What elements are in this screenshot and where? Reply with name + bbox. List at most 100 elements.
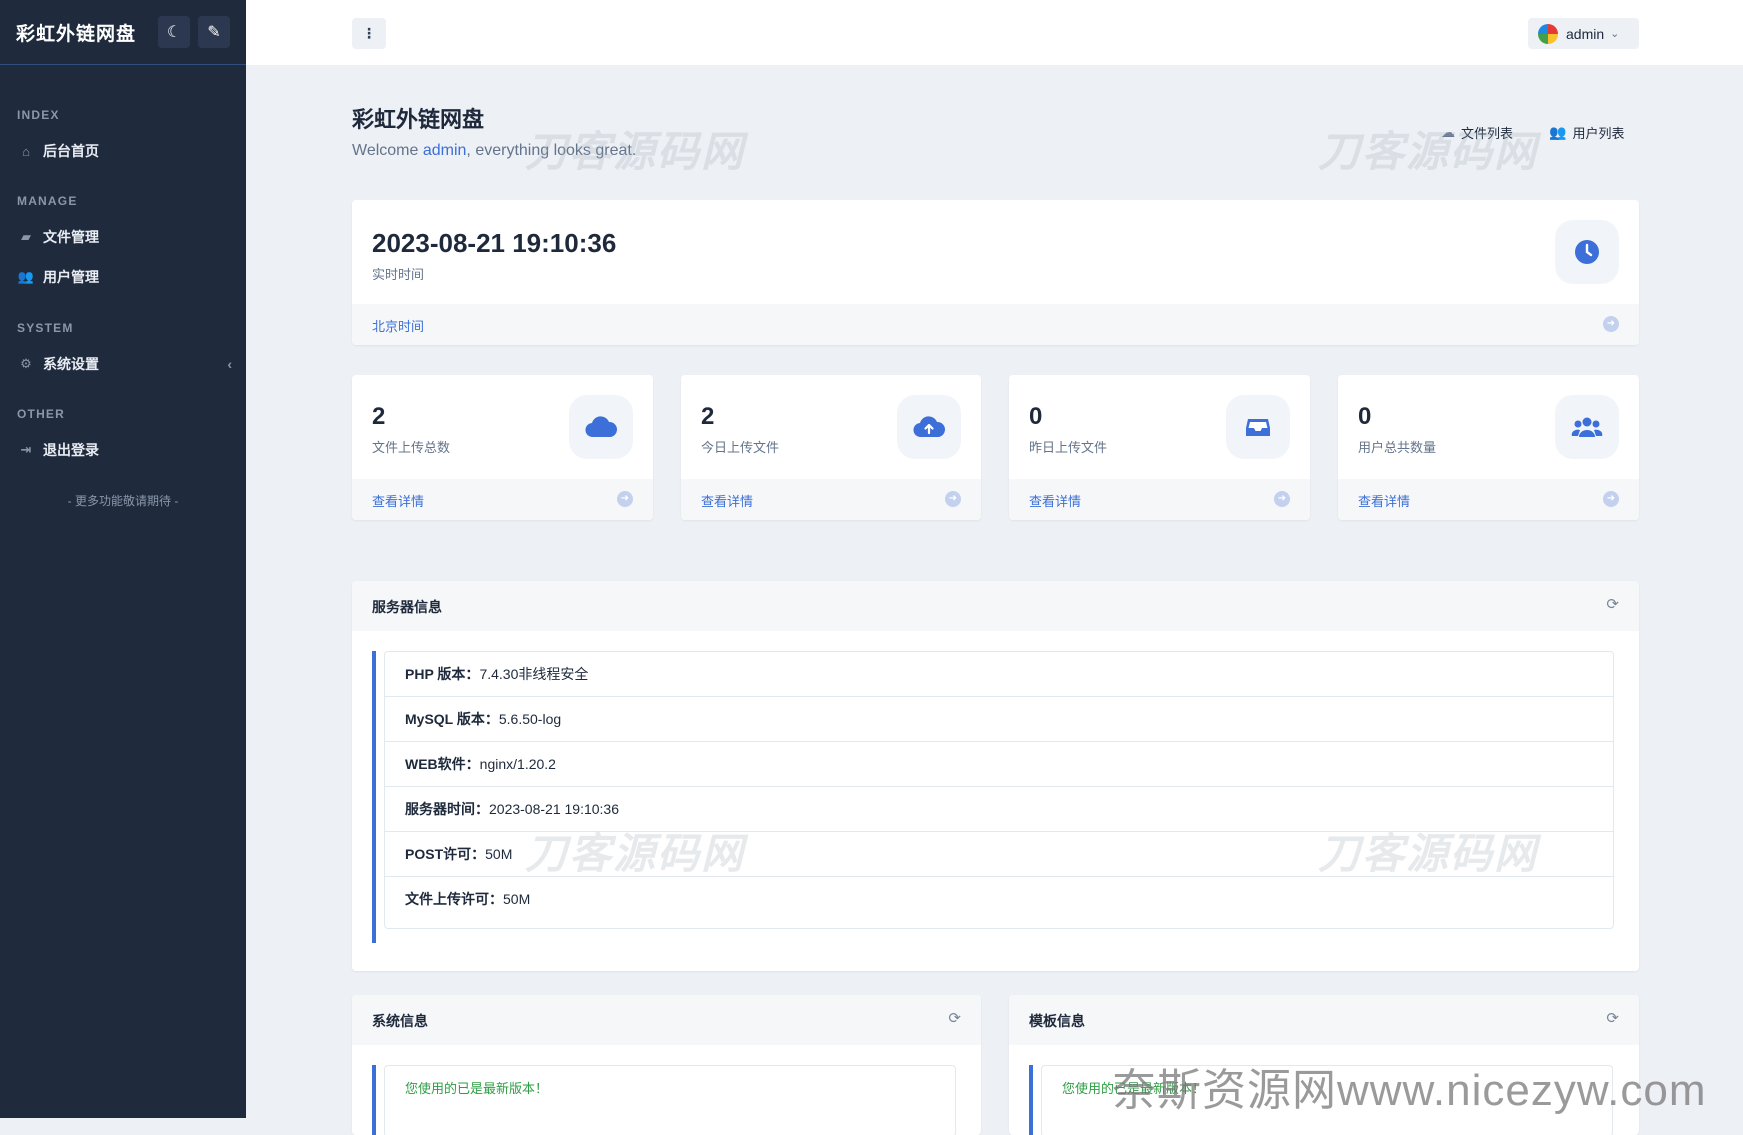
details-link[interactable]: 查看详情 xyxy=(1029,491,1081,510)
stat-card-footer[interactable]: 查看详情 ➜ xyxy=(1009,479,1310,520)
moon-icon: ☾ xyxy=(166,24,182,41)
watermark-text: 刀客源码网 xyxy=(1318,830,1539,877)
theme-button[interactable]: ✎ xyxy=(198,16,230,48)
sidebar: 彩虹外链网盘 ☾ ✎ INDEX ⌂ 后台首页 MANAGE ▰ 文件管理 👥 … xyxy=(0,0,246,1118)
stat-value: 2 xyxy=(372,403,386,430)
brush-icon: ✎ xyxy=(207,24,221,41)
row-value: 50M xyxy=(503,891,531,907)
details-link[interactable]: 查看详情 xyxy=(1358,491,1410,510)
stat-value: 0 xyxy=(1358,403,1372,430)
system-info-list: 您使用的已是最新版本！ xyxy=(372,1065,956,1135)
stat-caption: 文件上传总数 xyxy=(372,440,451,455)
beijing-time-link[interactable]: 北京时间 xyxy=(372,316,424,335)
stat-card-total-files: 2 文件上传总数 查看详情 ➜ xyxy=(352,375,653,520)
stat-caption: 昨日上传文件 xyxy=(1029,440,1108,455)
stat-icon-box xyxy=(1555,395,1619,459)
row-label: WEB软件： xyxy=(405,756,480,772)
stat-card-total-users: 0 用户总共数量 查看详情 ➜ xyxy=(1338,375,1639,520)
topbar: ⋮ admin ⌄ xyxy=(246,0,1743,65)
list-item: WEB软件：nginx/1.20.2 xyxy=(385,742,1613,787)
details-link[interactable]: 查看详情 xyxy=(701,491,753,510)
clock-icon xyxy=(1575,240,1599,264)
stat-card-footer[interactable]: 查看详情 ➜ xyxy=(681,479,981,520)
version-status: 您使用的已是最新版本！ xyxy=(405,1081,549,1096)
nav-heading-manage: MANAGE xyxy=(17,194,78,208)
panel-title: 服务器信息 xyxy=(372,599,442,615)
sidebar-item-label: 后台首页 xyxy=(43,143,99,159)
sidebar-item-settings[interactable]: ⚙ 系统设置 ‹ xyxy=(17,354,232,374)
sidebar-item-label: 系统设置 xyxy=(43,356,99,372)
user-menu-button[interactable]: admin ⌄ xyxy=(1528,18,1639,49)
stat-value: 2 xyxy=(701,403,715,430)
user-name: admin xyxy=(1566,25,1605,42)
arrow-right-icon: ➜ xyxy=(945,491,961,507)
sidebar-item-users[interactable]: 👥 用户管理 xyxy=(17,267,232,287)
home-icon: ⌂ xyxy=(22,143,30,159)
welcome-user-link[interactable]: admin xyxy=(423,142,467,159)
list-item: 您使用的已是最新版本！ xyxy=(385,1066,955,1111)
inbox-icon xyxy=(1246,419,1270,436)
row-value: 7.4.30非线程安全 xyxy=(479,666,589,682)
row-value: 2023-08-21 19:10:36 xyxy=(489,801,619,817)
system-info-panel: 系统信息 ⟳ 您使用的已是最新版本！ xyxy=(352,995,981,1135)
panel-title: 系统信息 xyxy=(372,1013,428,1029)
details-link[interactable]: 查看详情 xyxy=(372,491,424,510)
arrow-right-icon: ➜ xyxy=(617,491,633,507)
watermark-text: 刀客源码网 xyxy=(525,128,746,175)
more-menu-button[interactable]: ⋮ xyxy=(352,18,386,49)
row-value: nginx/1.20.2 xyxy=(479,756,556,772)
chevron-left-icon: ‹ xyxy=(227,356,232,372)
nav-heading-system: SYSTEM xyxy=(17,321,74,335)
row-value: 50M xyxy=(485,846,513,862)
stat-card-yesterday-uploads: 0 昨日上传文件 查看详情 ➜ xyxy=(1009,375,1310,520)
panel-header: 模板信息 ⟳ xyxy=(1009,995,1639,1045)
refresh-icon[interactable]: ⟳ xyxy=(948,1009,961,1027)
sidebar-item-dashboard[interactable]: ⌂ 后台首页 xyxy=(17,141,232,161)
server-info-list: PHP 版本：7.4.30非线程安全 MySQL 版本：5.6.50-log W… xyxy=(372,651,1614,943)
clock-icon-box xyxy=(1555,220,1619,284)
nav-heading-other: OTHER xyxy=(17,407,65,421)
cloud-upload-icon xyxy=(913,416,945,438)
row-label: 文件上传许可： xyxy=(405,891,503,907)
users-icon xyxy=(1571,417,1603,437)
brand-title[interactable]: 彩虹外链网盘 xyxy=(16,19,150,46)
watermark-text: 刀客源码网 xyxy=(1318,128,1539,175)
refresh-icon[interactable]: ⟳ xyxy=(1606,1009,1619,1027)
row-label: POST许可： xyxy=(405,846,486,862)
row-value: 5.6.50-log xyxy=(498,711,562,727)
avatar xyxy=(1538,23,1558,44)
folder-icon: ▰ xyxy=(21,229,31,244)
stat-icon-box xyxy=(1226,395,1290,459)
row-label: MySQL 版本： xyxy=(405,711,499,727)
current-time: 2023-08-21 19:10:36 xyxy=(372,228,617,258)
row-label: 服务器时间： xyxy=(405,801,489,817)
system-info-box: 您使用的已是最新版本！ xyxy=(384,1065,956,1135)
row-label: PHP 版本： xyxy=(405,666,480,682)
server-info-box: PHP 版本：7.4.30非线程安全 MySQL 版本：5.6.50-log W… xyxy=(384,651,1614,929)
refresh-icon[interactable]: ⟳ xyxy=(1606,595,1619,613)
server-info-panel: 服务器信息 ⟳ PHP 版本：7.4.30非线程安全 MySQL 版本：5.6.… xyxy=(352,581,1639,971)
stat-caption: 今日上传文件 xyxy=(701,440,780,455)
logout-icon: ⇥ xyxy=(20,442,32,457)
dark-mode-button[interactable]: ☾ xyxy=(158,16,190,48)
stat-card-today-uploads: 2 今日上传文件 查看详情 ➜ xyxy=(681,375,981,520)
arrow-right-icon: ➜ xyxy=(1603,316,1619,332)
stat-card-footer[interactable]: 查看详情 ➜ xyxy=(352,479,653,520)
list-item: 文件上传许可：50M xyxy=(385,877,1613,922)
stat-value: 0 xyxy=(1029,403,1043,430)
quick-link-label: 用户列表 xyxy=(1572,126,1625,141)
sidebar-item-logout[interactable]: ⇥ 退出登录 xyxy=(17,440,232,460)
welcome-prefix: Welcome xyxy=(352,142,423,159)
watermark-text: 刀客源码网 xyxy=(525,830,746,877)
list-item: PHP 版本：7.4.30非线程安全 xyxy=(385,652,1613,697)
nav-heading-index: INDEX xyxy=(17,108,60,122)
time-card-footer[interactable]: 北京时间 ➜ xyxy=(352,304,1639,345)
stat-card-footer[interactable]: 查看详情 ➜ xyxy=(1338,479,1639,520)
list-item: MySQL 版本：5.6.50-log xyxy=(385,697,1613,742)
sidebar-item-files[interactable]: ▰ 文件管理 xyxy=(17,227,232,247)
stat-icon-box xyxy=(897,395,961,459)
site-watermark: 奈斯资源网www.nicezyw.com xyxy=(1112,1066,1707,1115)
sidebar-footer-note: - 更多功能敬请期待 - xyxy=(67,494,179,508)
quick-link-users[interactable]: 👥 用户列表 xyxy=(1549,123,1624,142)
arrow-right-icon: ➜ xyxy=(1603,491,1619,507)
